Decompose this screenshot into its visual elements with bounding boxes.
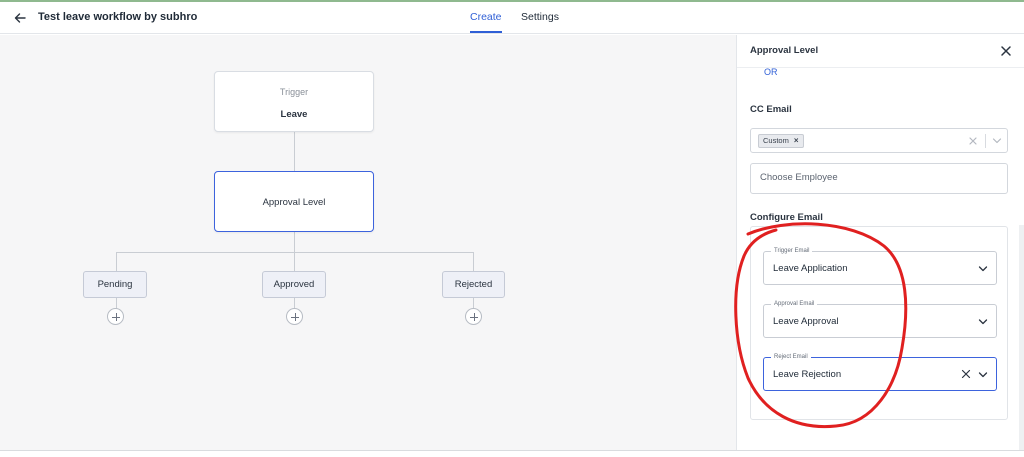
- plus-icon[interactable]: [107, 308, 124, 325]
- trigger-email-legend: Trigger Email: [771, 247, 813, 255]
- arrow-left-icon[interactable]: [13, 11, 27, 25]
- or-label: OR: [764, 67, 778, 77]
- connector-branch-pending: [116, 252, 117, 271]
- branch-approved[interactable]: Approved: [262, 271, 326, 298]
- branch-rejected[interactable]: Rejected: [442, 271, 505, 298]
- app-header: Test leave workflow by subhro Create Set…: [0, 2, 1024, 34]
- approval-level-node-label: Approval Level: [262, 197, 326, 208]
- close-icon[interactable]: [999, 44, 1013, 58]
- connector-branch-bar: [116, 252, 474, 253]
- cc-email-tag-label: Custom: [763, 136, 789, 145]
- panel-scrollbar[interactable]: [1019, 225, 1024, 450]
- panel-title: Approval Level: [750, 45, 819, 56]
- branch-pending[interactable]: Pending: [83, 271, 147, 298]
- trigger-email-select[interactable]: Trigger Email Leave Application: [763, 247, 997, 285]
- trigger-node-value: Leave: [280, 109, 308, 120]
- connector-branch-approved: [294, 252, 295, 271]
- approval-email-value: Leave Approval: [773, 316, 839, 327]
- connector-trigger-approval: [294, 132, 295, 172]
- configure-email-box: Trigger Email Leave Application Approval…: [750, 226, 1008, 420]
- page-title: Test leave workflow by subhro: [38, 11, 198, 23]
- trigger-email-value: Leave Application: [773, 263, 848, 274]
- clear-x-icon[interactable]: [968, 136, 978, 146]
- cc-email-select[interactable]: Custom ×: [750, 128, 1008, 153]
- bottom-strip: [0, 450, 1024, 457]
- choose-employee-input[interactable]: Choose Employee: [750, 163, 1008, 194]
- plus-icon[interactable]: [465, 308, 482, 325]
- approval-level-node[interactable]: Approval Level: [214, 171, 374, 232]
- reject-email-select[interactable]: Reject Email Leave Rejection: [763, 353, 997, 391]
- reject-email-legend: Reject Email: [771, 353, 811, 361]
- chevron-down-icon[interactable]: [978, 318, 988, 326]
- chevron-down-icon[interactable]: [978, 265, 988, 273]
- cc-email-label: CC Email: [750, 104, 792, 115]
- tag-remove-icon[interactable]: ×: [794, 135, 799, 147]
- connector-branch-rejected: [473, 252, 474, 271]
- workflow-canvas[interactable]: Trigger Leave Approval Level Pending App…: [0, 35, 736, 450]
- select-separator: [985, 134, 986, 148]
- approval-email-legend: Approval Email: [771, 300, 818, 308]
- plus-icon[interactable]: [286, 308, 303, 325]
- trigger-node-label: Trigger: [279, 87, 309, 97]
- tab-settings[interactable]: Settings: [521, 11, 559, 23]
- cc-email-tag: Custom ×: [758, 134, 804, 148]
- clear-x-icon[interactable]: [961, 369, 971, 379]
- panel-header-divider: [737, 67, 1024, 68]
- tab-create[interactable]: Create: [470, 11, 502, 23]
- approval-level-panel: Approval Level OR CC Email Custom × Choos…: [736, 35, 1024, 450]
- chevron-down-icon[interactable]: [978, 371, 988, 379]
- configure-email-label: Configure Email: [750, 212, 823, 223]
- choose-employee-placeholder: Choose Employee: [760, 172, 838, 183]
- active-tab-indicator: [470, 31, 502, 33]
- approval-email-select[interactable]: Approval Email Leave Approval: [763, 300, 997, 338]
- trigger-node[interactable]: Trigger Leave: [214, 71, 374, 132]
- connector-approval-down: [294, 232, 295, 252]
- reject-email-value: Leave Rejection: [773, 369, 842, 380]
- chevron-down-icon[interactable]: [992, 137, 1002, 145]
